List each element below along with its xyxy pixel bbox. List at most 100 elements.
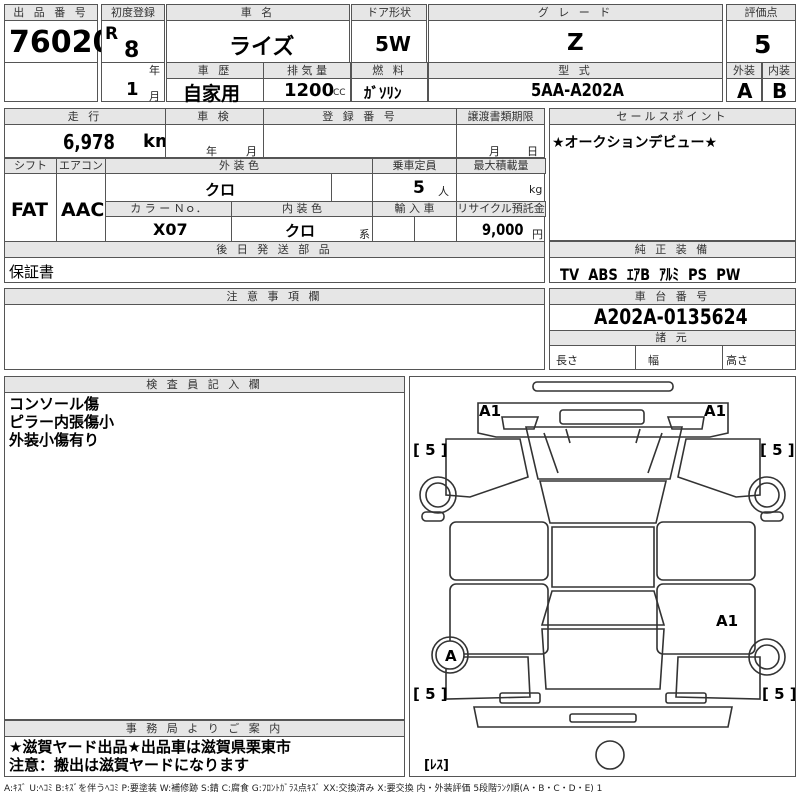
legend-footer: A:ｷｽﾞ U:ﾍｺﾐ B:ｷｽﾞを伴うﾍｺﾐ P:要塗装 W:補修跡 S:錆 … (4, 781, 602, 794)
ext-color-value: クロ (205, 181, 236, 199)
year-unit: 年 (149, 64, 160, 77)
mileage-text: 6,978 (63, 130, 115, 154)
mark-fr: A1 (704, 402, 726, 420)
int-score-box: 内装 B (762, 62, 796, 103)
max-load-label: 最大積載量 (456, 158, 546, 174)
aircon-value: AAC (61, 199, 105, 221)
reg-no-label: 登 録 番 号 (264, 109, 456, 125)
color-no-value: X07 (153, 220, 188, 239)
import-label: 輸 入 車 (372, 201, 457, 217)
legend-text: A:ｷｽﾞ U:ﾍｺﾐ B:ｷｽﾞを伴うﾍｺﾐ P:要塗装 W:補修跡 S:錆 … (4, 784, 603, 794)
tire-rr: [ 5 ] (762, 685, 795, 703)
rear-bumper (473, 706, 733, 728)
fuel-label: 燃 料 (352, 63, 427, 79)
wheel-rl-mark: A (445, 647, 457, 665)
mileage-box: 走 行 6,978 km (4, 108, 174, 158)
reg-no-box: 登 録 番 号 (263, 108, 457, 158)
dimensions-label: 諸 元 (549, 330, 796, 346)
front-bumper (477, 402, 729, 438)
model-box: 型 式 5AA-A202A (428, 62, 723, 102)
length-label: 長さ (556, 354, 578, 367)
later-parts-box: 後 日 発 送 部 品 保証書 (4, 241, 545, 283)
tire-fl: [ 5 ] (413, 441, 448, 459)
office-label: 事 務 局 よ り ご 案 内 (5, 721, 404, 737)
transfer-box: 譲渡書類期限 月 日 (456, 108, 545, 158)
transfer-day-unit: 日 (527, 145, 538, 158)
fender-right (677, 438, 761, 498)
inspector-notes: コンソール傷 ピラー内張傷小 外装小傷有り (9, 395, 115, 449)
equipment-label: 純 正 装 備 (550, 242, 795, 258)
yen-unit: 円 (532, 228, 543, 241)
color-no-label: カ ラ ー Ｎｏ． (105, 201, 232, 217)
spare-label: [ﾚｽ] (424, 758, 449, 773)
recycle-label: リサイクル預託金 (456, 201, 546, 217)
int-color-value: クロ (285, 222, 316, 240)
door-box: ドア形状 5W (351, 4, 427, 63)
tire-rl: [ 5 ] (413, 685, 448, 703)
equipment-value: TV ABS ｴｱB ｱﾙﾐ PS PW (560, 261, 780, 285)
shift-label: シフト (4, 158, 57, 174)
mileage-label: 走 行 (5, 109, 165, 125)
windshield (538, 480, 668, 524)
person-unit: 人 (438, 185, 449, 198)
capacity-value: 5 (413, 178, 425, 198)
front-lip (532, 381, 674, 392)
width-label: 幅 (648, 354, 659, 367)
chassis-text: A202A-0135624 (594, 305, 748, 329)
inspection-box: 車 検 年 月 (165, 108, 264, 158)
rear-door-right (656, 583, 756, 655)
fuel-value: ｶﾞｿﾘﾝ (364, 84, 402, 102)
tire-fr: [ 5 ] (760, 441, 795, 459)
era-value: R (105, 24, 119, 44)
lot-no-value: 76020 (9, 25, 114, 60)
height-label: 高さ (726, 354, 748, 367)
grille (559, 409, 645, 425)
recycle-value: 9,000 (482, 220, 533, 239)
transfer-label: 譲渡書類期限 (457, 109, 544, 125)
capacity-label: 乗車定員 (372, 158, 457, 174)
history-value: 自家用 (183, 83, 241, 105)
car-diagram: A1 A1 A1 [ 5 ] [ 5 ] [ 5 ] [ 5 ] [ﾚｽ] A (413, 381, 795, 773)
insp-month-unit: 月 (246, 145, 257, 158)
mark-rr: A1 (716, 612, 738, 630)
score-label: 評価点 (727, 5, 795, 21)
kg-unit: kg (529, 183, 543, 196)
door-value: 5W (375, 32, 411, 56)
chassis-value: A202A-0135624 (594, 305, 781, 329)
inspector-label: 検 査 員 記 入 欄 (5, 377, 404, 393)
office-box: 事 務 局 よ り ご 案 内 ★滋賀ヤード出品★出品車は滋賀県栗東市 注意：搬… (4, 720, 405, 777)
ext-color-label: 外 装 色 (105, 158, 373, 174)
transfer-month-unit: 月 (489, 145, 500, 158)
notes-box: 注 意 事 項 欄 (4, 288, 545, 370)
score-box: 評価点 5 (726, 4, 796, 63)
grade-value: Z (567, 30, 584, 56)
score-value: 5 (754, 30, 772, 59)
grade-box: グ レ ー ド Z (428, 4, 723, 63)
equipment-box: 純 正 装 備 TV ABS ｴｱB ｱﾙﾐ PS PW (549, 241, 796, 285)
inspection-label: 車 検 (166, 109, 263, 125)
later-parts-label: 後 日 発 送 部 品 (5, 242, 544, 258)
model-text: 5AA-A202A (531, 80, 624, 101)
rear-window (540, 590, 666, 626)
history-box: 車 歴 自家用 (166, 62, 264, 105)
front-door-left (449, 521, 549, 581)
first-reg-label: 初度登録 (102, 5, 164, 21)
hood (524, 426, 684, 480)
later-parts-value: 保証書 (9, 263, 55, 281)
cc-unit: CC (333, 88, 346, 98)
year-value: 8 (124, 38, 140, 63)
door-label: ドア形状 (352, 5, 426, 21)
equipment-text: TV ABS ｴｱB ｱﾙﾐ PS PW (560, 265, 741, 284)
aircon-label: エアコン (56, 158, 106, 174)
spare-tire (595, 740, 625, 770)
rear-hatch (541, 628, 665, 690)
office-notes: ★滋賀ヤード出品★出品車は滋賀県栗東市 注意：搬出は滋賀ヤードになります (9, 738, 291, 774)
int-label: 内装 (763, 63, 795, 79)
insp-year-unit: 年 (206, 145, 217, 158)
recycle-text: 9,000 (482, 220, 524, 239)
int-score-value: B (772, 79, 788, 103)
lot-no-box: 出 品 番 号 76020 (4, 4, 113, 102)
vehicle-diagram-box: A1 A1 A1 [ 5 ] [ 5 ] [ 5 ] [ 5 ] [ﾚｽ] A (409, 376, 796, 777)
sales-point-box: セールスポイント ★オークションデビュー★ (549, 108, 796, 241)
sales-point-label: セールスポイント (550, 109, 795, 125)
